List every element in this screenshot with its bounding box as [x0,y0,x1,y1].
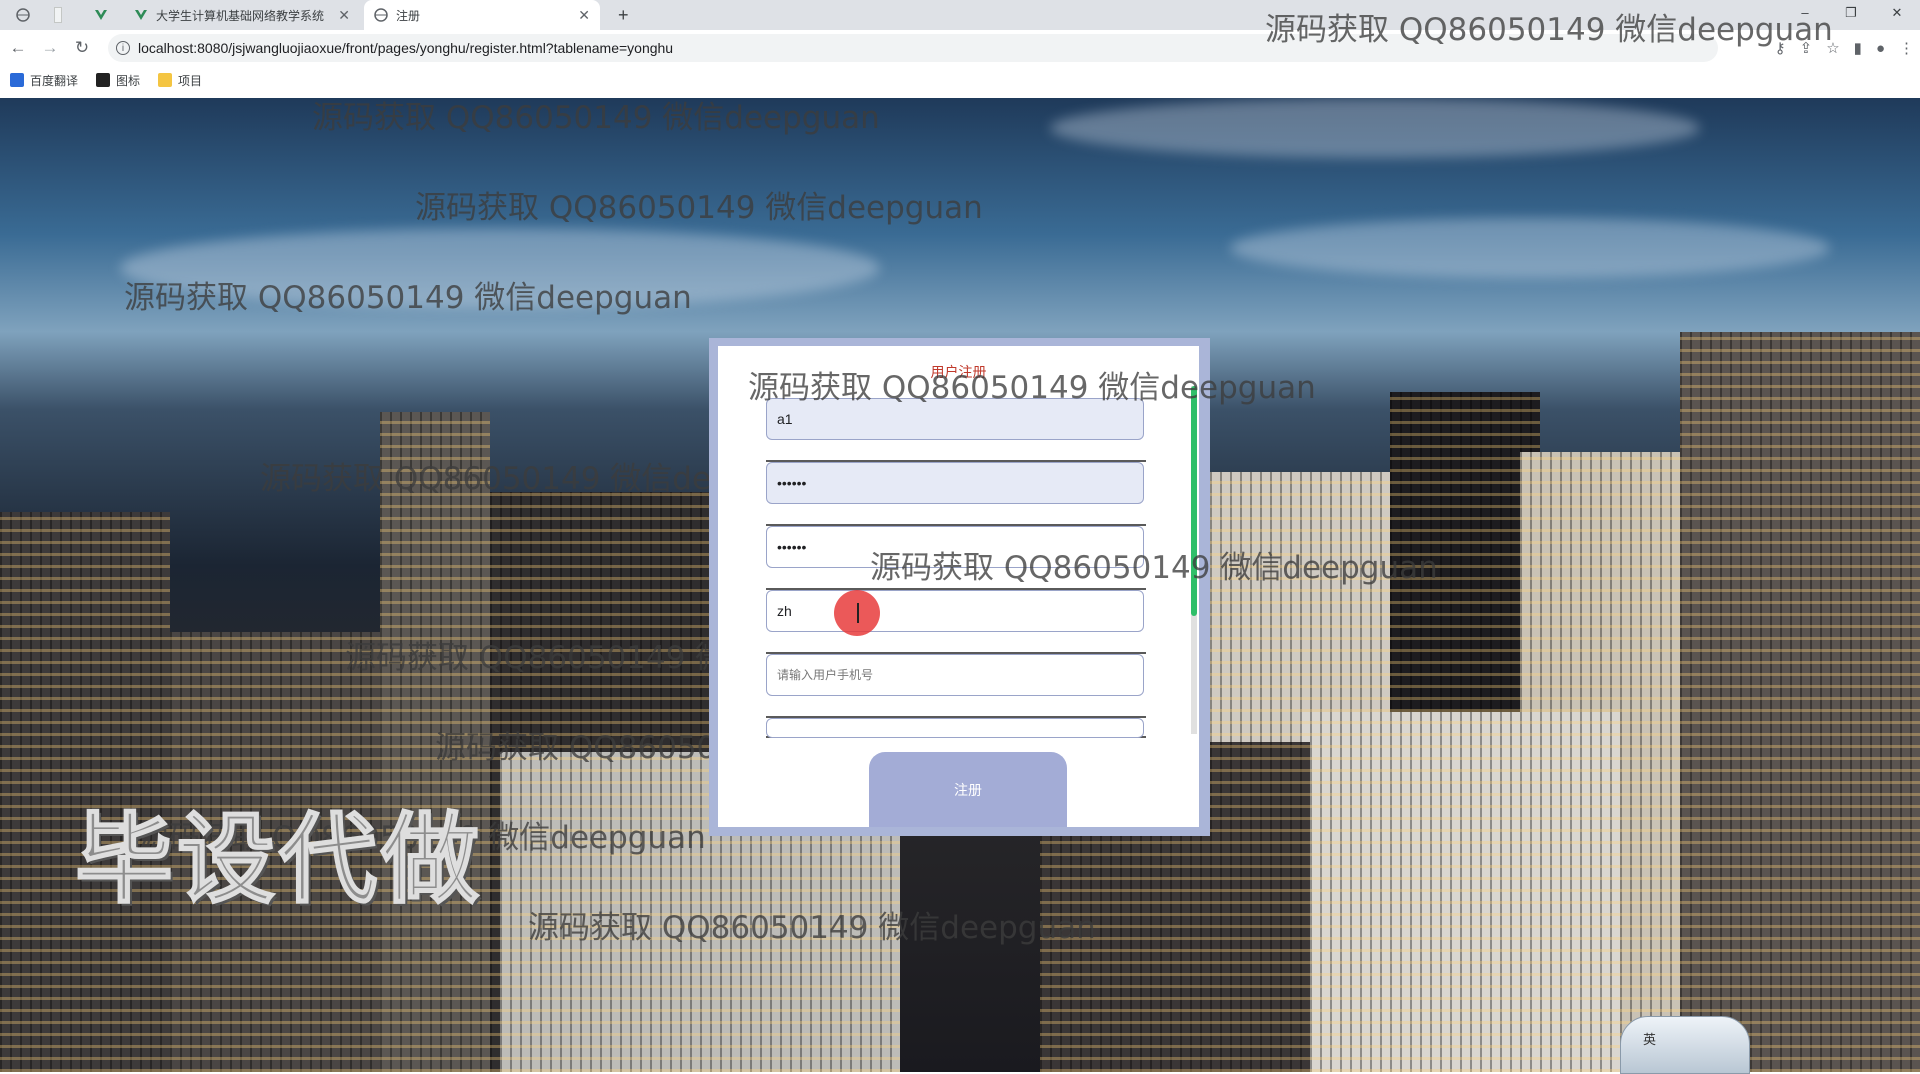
next-input[interactable] [766,718,1144,738]
info-icon[interactable]: i [116,41,130,55]
field-row-name: zh [766,590,1146,654]
password-input[interactable]: •••••• [766,462,1144,504]
restore-button[interactable]: ❐ [1828,0,1874,30]
tab-register[interactable]: 注册 ✕ [364,0,600,30]
globe-icon [16,8,30,22]
watermark: 源码获取 QQ86050149 微信deepguan [415,190,983,226]
building [1680,332,1920,1072]
text-cursor-icon [857,603,859,623]
bookmark-label: 百度翻译 [30,73,79,88]
ime-toolbar[interactable]: 英 [1620,1016,1750,1074]
close-icon[interactable]: ✕ [338,7,350,24]
tab-teaching-system[interactable]: 大学生计算机基础网络教学系统 ✕ [124,0,360,30]
watermark: 源码获取 QQ86050149 微信deepguan [312,100,880,136]
bookmark-icons[interactable]: 图标 [96,72,140,89]
building [1300,712,1620,1072]
page-icon [54,7,62,23]
tab-pinned-3[interactable] [84,0,120,30]
cloud [1230,218,1830,278]
back-icon[interactable]: ← [4,34,32,62]
bookmark-label: 项目 [178,73,203,88]
profile-icon[interactable]: ● [1876,40,1885,57]
image-icon [96,73,111,87]
close-window-button[interactable]: ✕ [1874,0,1920,30]
translate-icon [10,73,24,87]
tab-pinned-1[interactable] [6,0,40,30]
tab-pinned-2[interactable] [44,0,80,30]
watermark: 源码获取 QQ86050149 微信deepguan [870,550,1438,586]
vue-logo-icon [134,8,148,22]
close-icon[interactable]: ✕ [578,7,590,24]
sidebar-icon[interactable]: ▮ [1854,39,1862,57]
vue-logo-icon [94,8,108,22]
register-panel: 用户注册 a1 •••••• •••••• zh 请输入用户手机号 注册 [709,338,1210,836]
tab-label: 大学生计算机基础网络教学系统 [156,8,325,23]
watermark: 源码获取 QQ86050149 微信deepguan [528,910,1096,946]
tab-label: 注册 [396,8,421,23]
field-row-phone: 请输入用户手机号 [766,654,1146,718]
bookmark-label: 图标 [116,73,141,88]
bookmark-projects[interactable]: 项目 [158,72,202,89]
folder-icon [158,73,173,87]
watermark: 源码获取 QQ86050149 微信deepguan [1265,12,1833,48]
field-row-password: •••••• [766,462,1146,526]
new-tab-button[interactable]: + [608,0,638,30]
register-button[interactable]: 注册 [869,752,1067,827]
name-input[interactable]: zh [766,590,1144,632]
cloud [1050,98,1700,158]
menu-icon[interactable]: ⋮ [1899,39,1914,57]
reload-icon[interactable]: ↻ [68,34,96,62]
bookmark-baidu-translate[interactable]: 百度翻译 [10,72,78,89]
field-row-account: a1 [766,398,1146,462]
forward-icon[interactable]: → [36,34,64,62]
url-text[interactable]: localhost:8080/jsjwangluojiaoxue/front/p… [138,40,673,56]
field-row-next [766,718,1146,738]
phone-input[interactable]: 请输入用户手机号 [766,654,1144,696]
globe-icon [374,8,388,22]
watermark: 源码获取 QQ86050149 微信deepguan [124,280,692,316]
bookmarks-bar: 百度翻译 图标 项目 [0,68,1920,92]
watermark: 源码获取 QQ86050149 微信deepguan [748,370,1316,406]
plus-icon: + [618,4,629,25]
ime-mode-label[interactable]: 英 [1643,1029,1656,1048]
promo-overlay-text: 毕设代做 [74,802,484,918]
